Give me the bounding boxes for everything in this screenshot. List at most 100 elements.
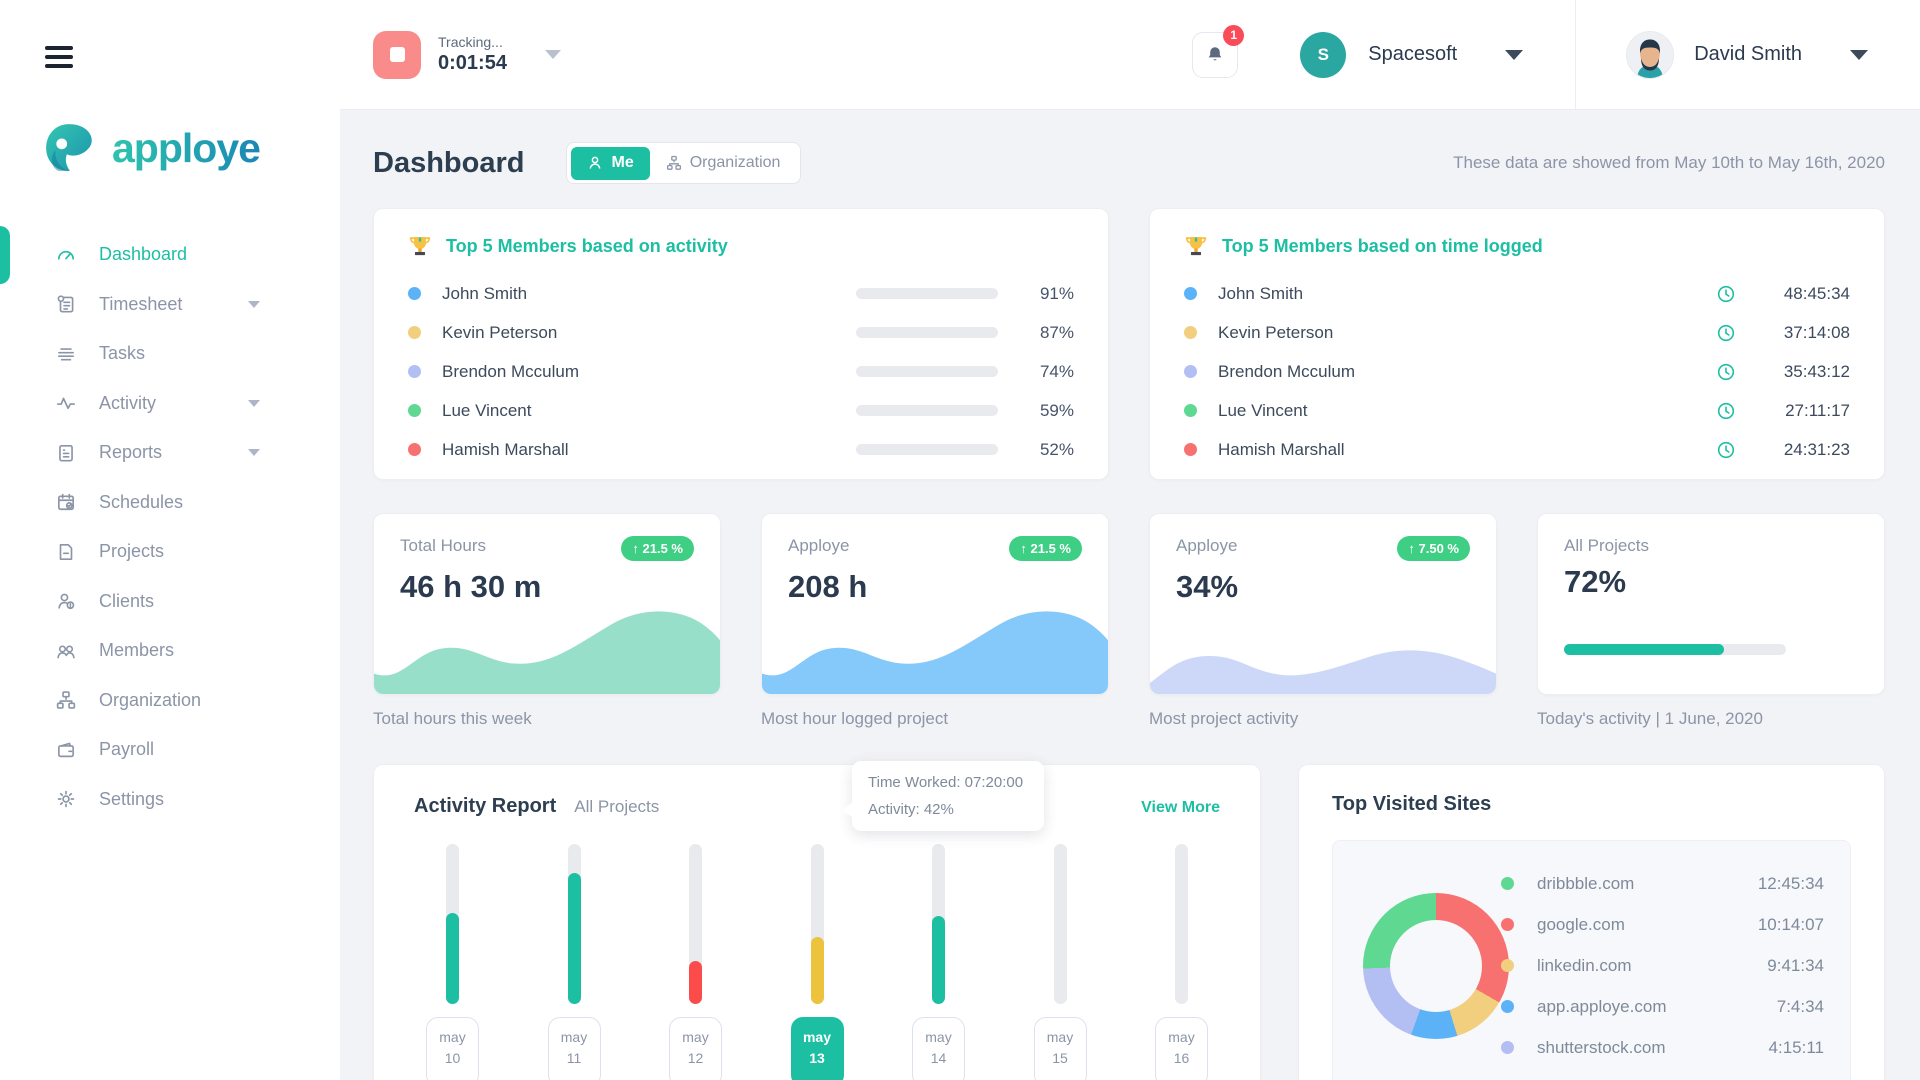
day-pill[interactable]: may16: [1155, 1017, 1208, 1080]
site-name: shutterstock.com: [1537, 1038, 1666, 1058]
sidebar-item[interactable]: Clients: [0, 577, 340, 627]
total-hours-card: Total Hours ↑ 21.5 % 46 h 30 m: [373, 513, 721, 695]
site-color-dot: [1501, 1041, 1514, 1054]
sidebar-item-label: Projects: [99, 541, 164, 562]
day-pill[interactable]: may11: [548, 1017, 601, 1080]
stat-caption: Most hour logged project: [761, 709, 1109, 729]
activity-bar-track: [689, 844, 702, 1004]
tooltip-time-worked: Time Worked: 07:20:00: [868, 774, 1028, 791]
tracking-dropdown-caret[interactable]: [545, 50, 561, 59]
sidebar-item[interactable]: Reports: [0, 428, 340, 478]
member-name: Brendon Mcculum: [1218, 362, 1355, 382]
page-header: Dashboard Me Organization: [373, 142, 1885, 184]
member-row: Hamish Marshall 24:31:23: [1184, 430, 1850, 469]
member-color-dot: [408, 287, 421, 300]
chevron-down-icon[interactable]: [248, 301, 260, 308]
day-pill[interactable]: may13: [791, 1017, 844, 1080]
activity-bar-fill: [689, 961, 702, 1004]
time-logged-value: 27:11:17: [1750, 401, 1850, 421]
site-color-dot: [1501, 1000, 1514, 1013]
activity-bar-track: [1175, 844, 1188, 1004]
activity-percent: 52%: [1022, 440, 1074, 460]
sidebar-item[interactable]: Timesheet: [0, 280, 340, 330]
time-logged-value: 37:14:08: [1750, 323, 1850, 343]
sidebar-item[interactable]: Activity: [0, 379, 340, 429]
activity-bar-track: [568, 844, 581, 1004]
member-color-dot: [1184, 287, 1197, 300]
chevron-down-icon[interactable]: [248, 449, 260, 456]
site-row: dribbble.com 12:45:34: [1501, 863, 1824, 904]
activity-percent: 74%: [1022, 362, 1074, 382]
stat-caption: Total hours this week: [373, 709, 721, 729]
notifications-button[interactable]: 1: [1192, 32, 1238, 78]
view-more-link[interactable]: View More: [1141, 799, 1220, 817]
site-time: 9:41:34: [1767, 956, 1824, 976]
activity-report-title: Activity Report: [414, 795, 556, 818]
card-title: Top 5 Members based on activity: [446, 236, 728, 257]
sidebar-item[interactable]: Payroll: [0, 725, 340, 775]
activity-percent: 91%: [1022, 284, 1074, 304]
member-row: Lue Vincent 27:11:17: [1184, 391, 1850, 430]
sidebar-item[interactable]: Schedules: [0, 478, 340, 528]
sidebar-item-label: Payroll: [99, 739, 154, 760]
chevron-down-icon[interactable]: [248, 400, 260, 407]
topbar: Tracking... 0:01:54 1 S Spacesoft David …: [340, 0, 1920, 110]
site-time: 12:45:34: [1758, 874, 1824, 894]
toggle-me[interactable]: Me: [571, 147, 649, 180]
top-sites-title: Top Visited Sites: [1332, 793, 1851, 816]
top-members-time-card: Top 5 Members based on time logged John …: [1149, 208, 1885, 480]
sidebar-item[interactable]: Members: [0, 626, 340, 676]
day-pill[interactable]: may12: [669, 1017, 722, 1080]
sidebar-item-label: Dashboard: [99, 244, 187, 265]
sidebar-item-label: Members: [99, 640, 174, 661]
activity-report-subtitle: All Projects: [574, 797, 659, 817]
area-chart: [374, 592, 720, 694]
stat-title: All Projects: [1564, 536, 1649, 556]
time-logged-value: 24:31:23: [1750, 440, 1850, 460]
day-pill[interactable]: may10: [426, 1017, 479, 1080]
member-color-dot: [1184, 443, 1197, 456]
workspace-name: Spacesoft: [1368, 43, 1457, 66]
site-time: 7:4:34: [1777, 997, 1824, 1017]
site-row: google.com 10:14:07: [1501, 904, 1824, 945]
member-color-dot: [408, 365, 421, 378]
activity-bar-fill: [568, 873, 581, 1004]
day-pill[interactable]: may15: [1034, 1017, 1087, 1080]
sidebar-item[interactable]: Tasks: [0, 329, 340, 379]
sidebar-item[interactable]: Organization: [0, 676, 340, 726]
apploye-logo-icon: [42, 120, 98, 176]
day-pill[interactable]: may14: [912, 1017, 965, 1080]
page-title: Dashboard: [373, 147, 524, 180]
sidebar-item[interactable]: Projects: [0, 527, 340, 577]
day-column: may14: [912, 844, 965, 1080]
time-members-list: John Smith 48:45:34 Kevin Peterson: [1184, 274, 1850, 469]
user-menu[interactable]: David Smith: [1626, 31, 1868, 79]
workspace-selector[interactable]: S Spacesoft: [1300, 32, 1523, 78]
site-time: 10:14:07: [1758, 915, 1824, 935]
stat-caption: Most project activity: [1149, 709, 1497, 729]
sites-list: dribbble.com 12:45:34 google.com 10:14:0…: [1501, 863, 1824, 1068]
member-name: John Smith: [442, 284, 527, 304]
stop-tracking-button[interactable]: [373, 31, 421, 79]
day-column: may11: [548, 844, 601, 1080]
time-logged-value: 48:45:34: [1750, 284, 1850, 304]
most-hours-project-card: Apploye ↑ 21.5 % 208 h: [761, 513, 1109, 695]
site-name: google.com: [1537, 915, 1625, 935]
clock-icon: [1716, 401, 1736, 421]
member-name: Hamish Marshall: [442, 440, 569, 460]
toggle-organization[interactable]: Organization: [650, 147, 797, 180]
sidebar-item[interactable]: Dashboard: [0, 230, 340, 280]
member-name: Hamish Marshall: [1218, 440, 1345, 460]
sidebar: apploye Dashboard Timesheet Tasks Activi…: [0, 0, 340, 1080]
activity-progress-bar: [856, 327, 998, 338]
activity-percent: 59%: [1022, 401, 1074, 421]
tooltip-activity: Activity: 42%: [868, 801, 1028, 818]
member-color-dot: [1184, 326, 1197, 339]
hamburger-menu-icon[interactable]: [45, 46, 73, 68]
day-column: may10: [426, 844, 479, 1080]
site-name: dribbble.com: [1537, 874, 1634, 894]
me-organization-toggle: Me Organization: [566, 142, 801, 184]
sidebar-item[interactable]: Settings: [0, 775, 340, 825]
day-column: may15: [1034, 844, 1087, 1080]
site-name: linkedin.com: [1537, 956, 1632, 976]
